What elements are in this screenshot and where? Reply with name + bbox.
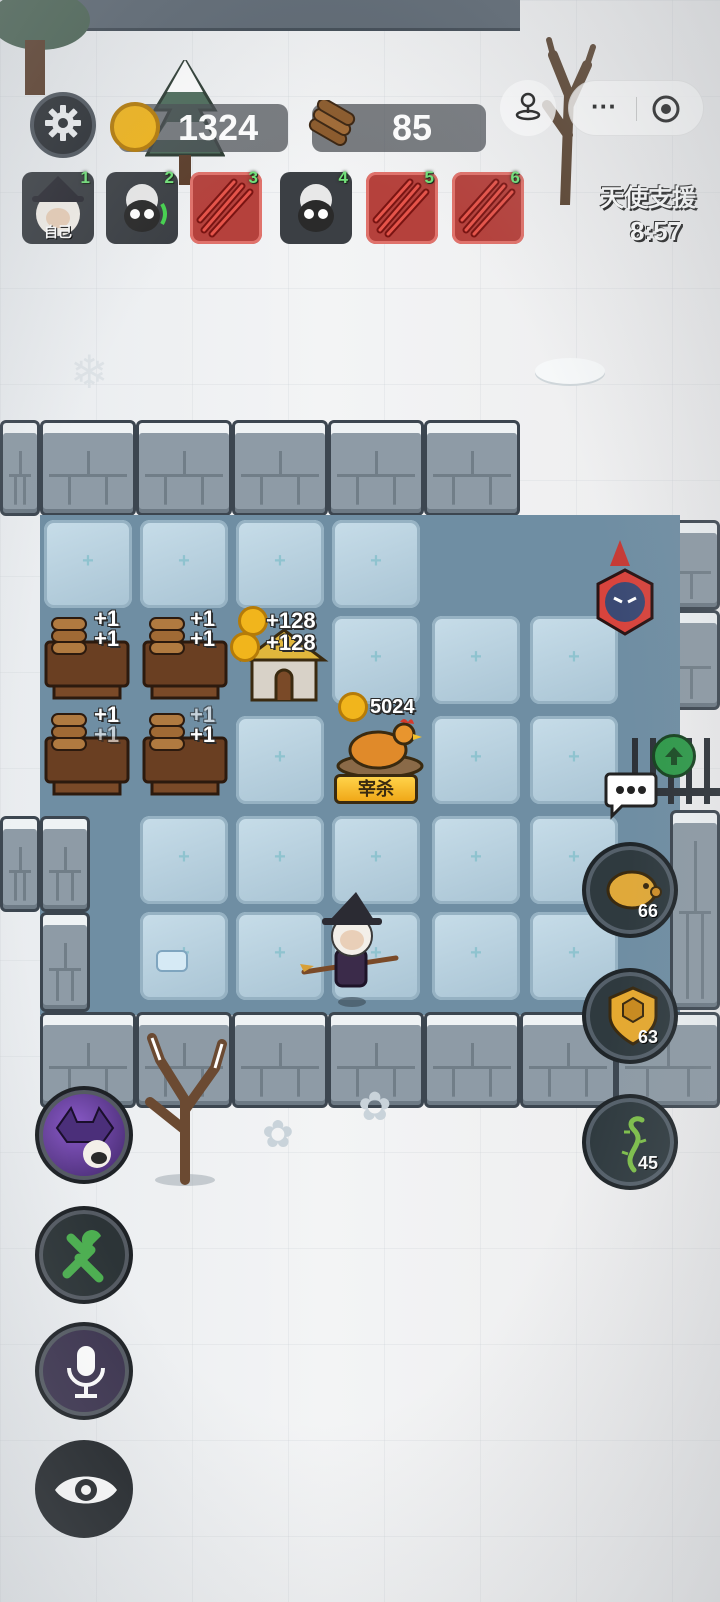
player-slot-6[interactable]: 6 <box>452 168 524 244</box>
gold-house[interactable]: +128 +128 <box>230 606 330 708</box>
gain-label: +128 <box>266 630 316 655</box>
miniapp-capsule: ··· <box>568 80 704 136</box>
wall-block <box>40 912 90 1012</box>
wall-block <box>424 420 520 516</box>
lumber-yard-2[interactable]: +1 +1 <box>142 606 230 704</box>
wall-block <box>40 420 136 516</box>
gain-label: +1 <box>190 626 216 651</box>
wall-block <box>232 1012 328 1108</box>
floor-tile[interactable] <box>140 520 228 608</box>
player-number: 1 <box>80 168 90 187</box>
bare-tree <box>130 1030 240 1190</box>
leaf-icon: ✿ <box>262 1114 294 1156</box>
piggy-count: 66 <box>637 901 658 921</box>
eye-icon <box>55 1476 117 1504</box>
player-number: 5 <box>424 168 434 187</box>
miniapp-share-button[interactable] <box>500 80 556 136</box>
slaughter-button[interactable]: 宰杀 <box>334 774 418 804</box>
vine-count: 45 <box>637 1153 658 1173</box>
floor-tile[interactable] <box>44 520 132 608</box>
player-slot-5[interactable]: 5 <box>366 168 438 244</box>
wolf-and-sheep-icon <box>55 1105 115 1168</box>
wall-block <box>40 816 90 912</box>
player-slot-3[interactable]: 3 <box>190 168 262 244</box>
wall-block <box>232 420 328 516</box>
player-slot-1[interactable]: 1 自己 <box>22 168 94 244</box>
wood-logs-icon <box>304 98 360 168</box>
microphone-icon <box>67 1346 105 1398</box>
player-self-label: 自己 <box>44 224 72 240</box>
snowflake-icon: ❄ <box>70 346 109 398</box>
view-toggle-button[interactable] <box>35 1440 133 1538</box>
gold-coin-icon <box>230 632 260 662</box>
voice-button[interactable] <box>35 1322 133 1420</box>
wood-counter: 85 <box>308 98 486 152</box>
floor-tile[interactable] <box>140 816 228 904</box>
wall-block <box>0 420 40 516</box>
floor-tile[interactable] <box>432 816 520 904</box>
chicken-nest[interactable]: 5024 宰杀 <box>334 690 434 812</box>
wall-block <box>424 1012 520 1108</box>
hen-icon <box>336 719 424 778</box>
lumber-yard-icon <box>142 713 228 796</box>
more-dots-icon[interactable]: ··· <box>591 91 617 122</box>
vine-button[interactable]: 45 <box>582 1094 678 1190</box>
floor-tile[interactable] <box>236 520 324 608</box>
gold-coin-icon <box>110 102 160 152</box>
target-circle-icon[interactable] <box>651 94 681 129</box>
player-number: 2 <box>164 168 174 187</box>
player-slot-4[interactable]: 4 <box>280 168 352 244</box>
lumber-yard-3[interactable]: +1 +1 <box>44 702 132 800</box>
top-wall-strip <box>40 0 520 31</box>
snow-pile <box>535 358 605 384</box>
shield-button[interactable]: 63 <box>582 968 678 1064</box>
floor-tile[interactable] <box>236 716 324 804</box>
wall-block <box>328 420 424 516</box>
capsule-divider <box>636 97 637 121</box>
floor-tile[interactable] <box>432 912 520 1000</box>
wood-amount: 85 <box>392 107 433 148</box>
player-witch-sheep <box>300 890 410 1010</box>
event-title: 天使支援 <box>600 185 696 212</box>
gain-label: +1 <box>94 722 120 747</box>
gear-icon <box>43 103 83 148</box>
joystick-icon <box>513 91 543 126</box>
piggy-bank-button[interactable]: 66 <box>582 842 678 938</box>
leaf-icon: ✿ <box>358 1085 392 1129</box>
player-number: 6 <box>510 168 520 187</box>
gain-label: +1 <box>190 722 216 747</box>
enemy-direction-marker[interactable] <box>590 536 660 646</box>
ice-shard-icon <box>156 950 188 972</box>
shield-count: 63 <box>637 1027 658 1047</box>
gain-label: +1 <box>94 626 120 651</box>
floor-tile[interactable] <box>432 716 520 804</box>
event-timer: 8:57 <box>630 216 683 246</box>
arrow-up-icon[interactable] <box>652 734 696 778</box>
player-slot-2[interactable]: 2 <box>106 168 178 244</box>
lumber-yard-1[interactable]: +1 +1 <box>44 606 132 704</box>
settings-button[interactable] <box>30 92 96 158</box>
gold-counter: 1324 <box>110 102 288 152</box>
player-number: 3 <box>248 168 258 187</box>
lumber-yard-4[interactable]: +1 +1 <box>142 702 230 800</box>
wall-block <box>0 816 40 912</box>
corner-tree <box>0 0 90 100</box>
wall-block <box>136 420 232 516</box>
floor-tile[interactable] <box>432 616 520 704</box>
chat-bubble-icon[interactable] <box>604 770 658 820</box>
build-tools-button[interactable] <box>35 1206 133 1304</box>
lumber-yard-icon <box>142 617 228 700</box>
tools-icon <box>62 1230 104 1283</box>
floor-tile[interactable] <box>332 520 420 608</box>
player-number: 4 <box>338 168 348 187</box>
wall-block <box>670 810 720 1010</box>
gold-amount: 1324 <box>178 107 259 148</box>
monster-portrait-button[interactable] <box>35 1086 133 1184</box>
